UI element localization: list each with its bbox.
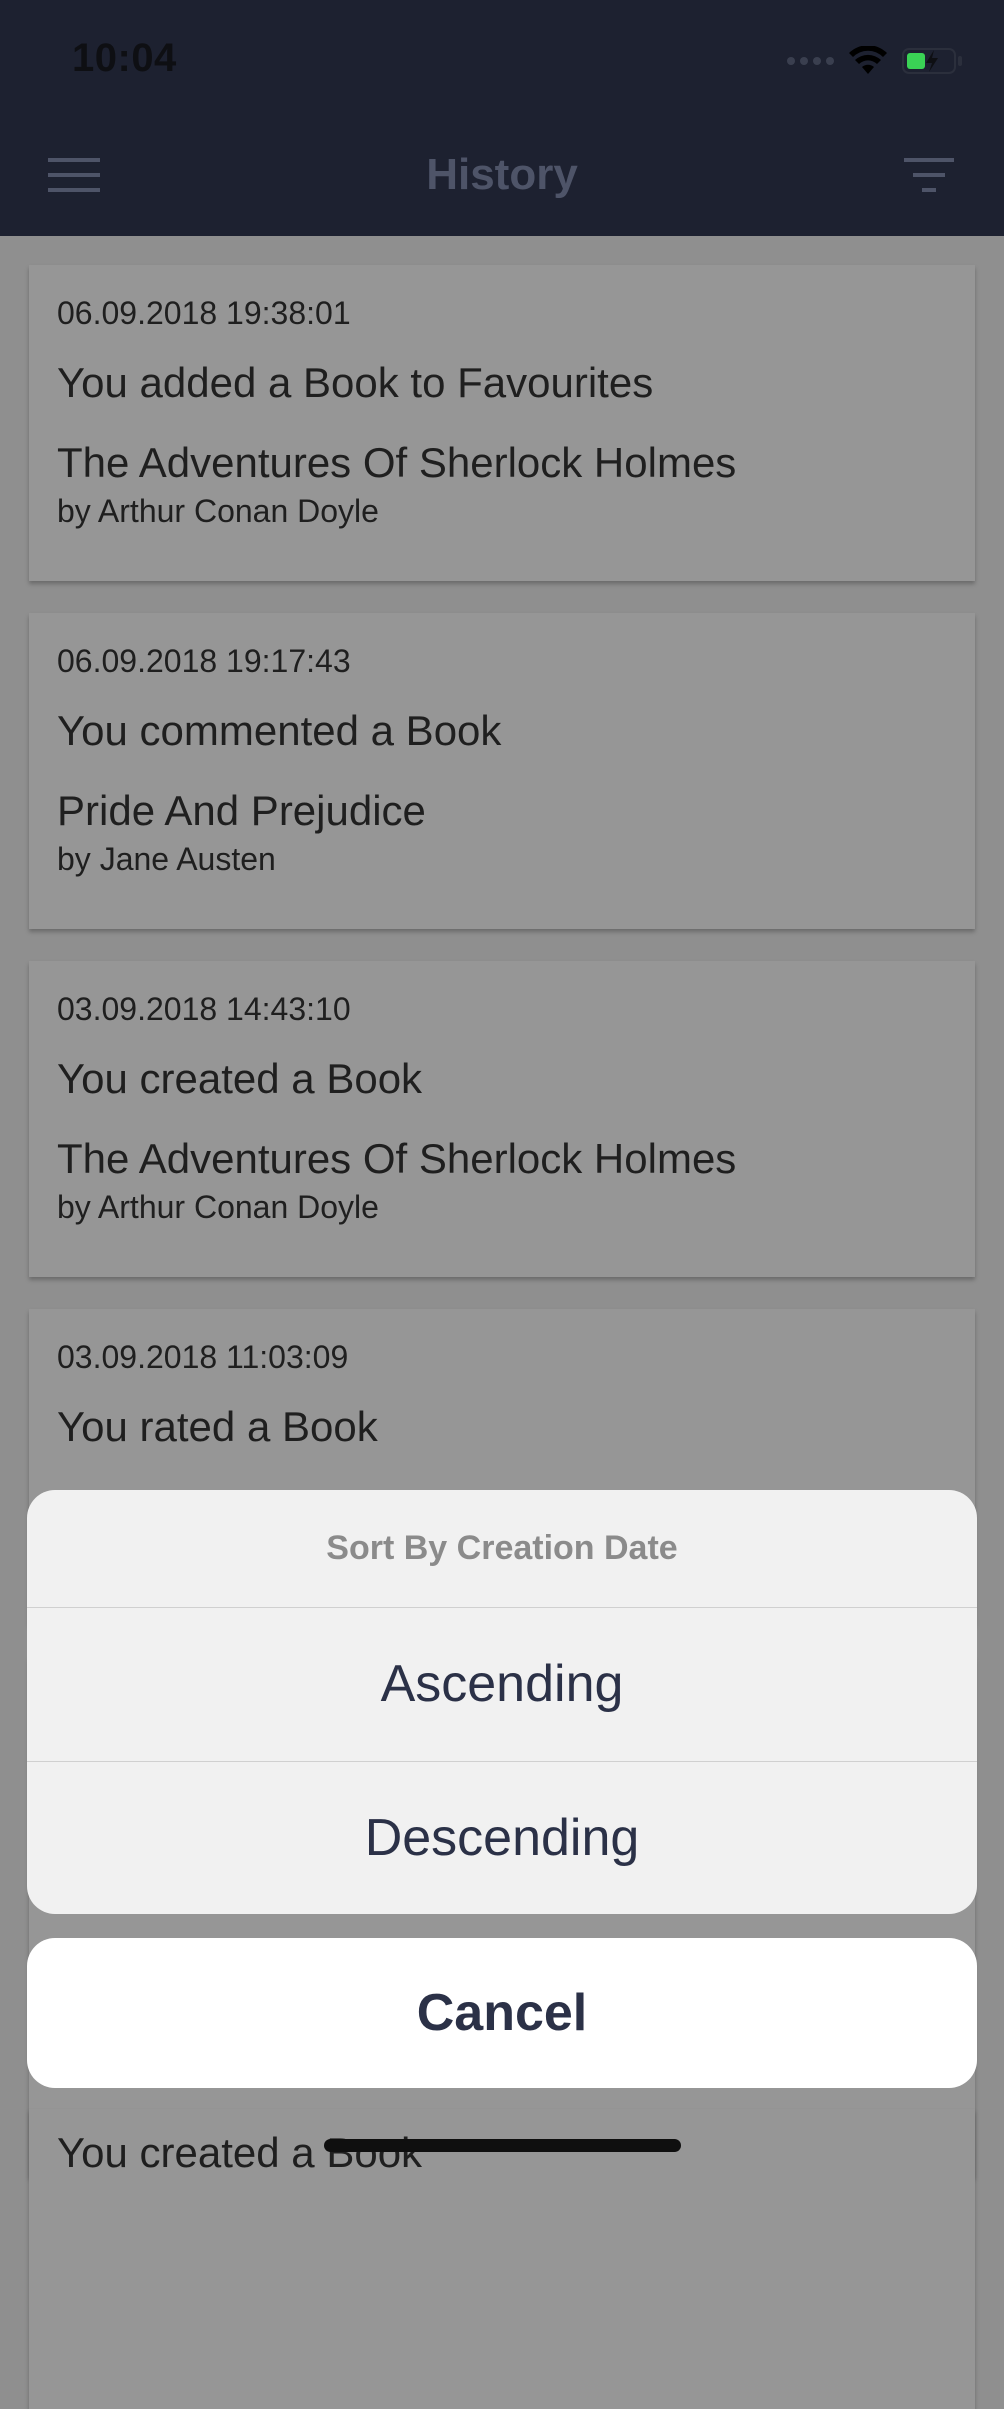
- filter-icon[interactable]: [904, 156, 954, 194]
- history-date: 03.09.2018 11:03:09: [57, 1339, 349, 1375]
- history-card[interactable]: You created a Book: [29, 2109, 975, 2409]
- battery-charging-icon: [902, 48, 962, 74]
- cellular-signal-icon: [787, 57, 834, 65]
- sort-action-sheet: Sort By Creation Date Ascending Descendi…: [27, 1490, 977, 1914]
- page-title: History: [426, 150, 578, 199]
- history-date: 06.09.2018 19:38:01: [57, 295, 351, 331]
- book-title: The Adventures Of Sherlock Holmes: [57, 439, 737, 486]
- status-time: 10:04: [72, 36, 177, 80]
- history-card[interactable]: 06.09.2018 19:17:43 You commented a Book…: [29, 613, 975, 929]
- book-author: by Arthur Conan Doyle: [57, 1189, 379, 1225]
- top-bar: 10:04 History: [0, 0, 1004, 236]
- history-card[interactable]: 03.09.2018 14:43:10 You created a Book T…: [29, 961, 975, 1277]
- book-title: Pride And Prejudice: [57, 787, 426, 834]
- history-card[interactable]: 06.09.2018 19:38:01 You added a Book to …: [29, 265, 975, 581]
- sort-descending-option[interactable]: Descending: [27, 1761, 977, 1914]
- wifi-icon: [849, 46, 887, 74]
- history-action: You created a Book: [57, 1055, 423, 1102]
- book-author: by Arthur Conan Doyle: [57, 493, 379, 529]
- book-author: by Jane Austen: [57, 841, 276, 877]
- home-indicator[interactable]: [324, 2139, 681, 2152]
- status-icons: [787, 44, 964, 78]
- cancel-button[interactable]: Cancel: [27, 1938, 977, 2088]
- history-date: 06.09.2018 19:17:43: [57, 643, 351, 679]
- book-title: The Adventures Of Sherlock Holmes: [57, 1135, 737, 1182]
- sort-ascending-option[interactable]: Ascending: [27, 1608, 977, 1761]
- history-action: You commented a Book: [57, 707, 502, 754]
- history-date: 03.09.2018 14:43:10: [57, 991, 351, 1027]
- history-action: You created a Book: [57, 2129, 423, 2176]
- sort-sheet-title: Sort By Creation Date: [27, 1490, 977, 1608]
- history-action: You rated a Book: [57, 1403, 378, 1450]
- history-action: You added a Book to Favourites: [57, 359, 654, 406]
